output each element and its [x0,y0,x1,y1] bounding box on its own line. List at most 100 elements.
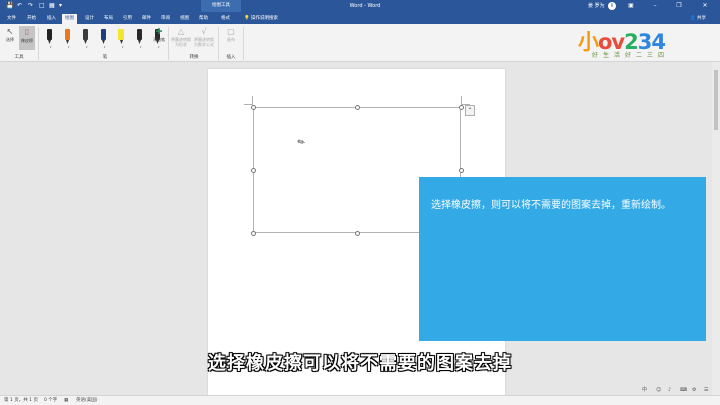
tutorial-tip-text: 选择橡皮擦，则可以将不需要的图案去掉，重新绘制。 [431,200,671,211]
ribbon-tab-bar: 文件 开始 插入 绘图 设计 布局 引用 邮件 审阅 视图 帮助 格式 💡 操作… [0,12,720,24]
vertical-scrollbar[interactable] [712,62,720,395]
chevron-down-icon: ▾ [50,45,52,49]
input-method-icon[interactable]: 中 [642,385,647,395]
minimize-button[interactable]: – [646,0,664,12]
pen-orange[interactable]: ▾ [60,26,74,50]
eraser-label: 橡皮擦 [21,38,33,43]
group-label-convert: 转换 [189,55,199,60]
resize-handle-bottom[interactable] [355,231,360,236]
word-count[interactable]: 0 个字 [44,396,57,405]
video-subtitle: 选择橡皮擦可以将不需要的图案去掉 [208,353,512,374]
share-label: 共享 [697,16,707,21]
language-indicator[interactable]: 英语(美国) [76,396,98,405]
group-label-insert: 插入 [226,55,236,60]
select-cursor-icon: ↖ [6,27,14,36]
ink-to-math-label: 将墨迹转换为数学公式 [194,37,214,47]
grid-icon[interactable]: ▦ [49,2,55,10]
new-document-icon[interactable]: □ [39,2,45,10]
group-label-pens: 笔 [102,55,108,60]
chevron-down-icon: ▾ [140,45,142,49]
microphone-icon[interactable]: ♪ [668,385,671,395]
user-name[interactable]: 姜 罗为 [588,0,605,12]
canvas-button[interactable]: ▢ 画布 [223,27,239,42]
resize-handle-left[interactable] [251,168,256,173]
tutorial-tip-box: 选择橡皮擦，则可以将不需要的图案去掉，重新绘制。 [419,177,706,341]
tab-insert[interactable]: 插入 [44,14,59,24]
tell-me-search[interactable]: 💡 操作说明搜索 [244,14,278,24]
close-button[interactable]: ✕ [696,0,714,12]
tab-help[interactable]: 帮助 [196,14,211,24]
tab-home[interactable]: 开始 [24,14,39,24]
layout-options-button[interactable]: ⌃ [465,105,475,116]
ink-to-shape-button[interactable]: △ 将墨迹转换为形状 [171,27,191,47]
tab-file[interactable]: 文件 [4,14,19,24]
resize-handle-top[interactable] [355,105,360,110]
share-button[interactable]: 👤 共享 [690,14,706,24]
tab-format[interactable]: 格式 [218,14,233,24]
emoji-icon[interactable]: ☺ [656,385,661,395]
chevron-down-icon: ▾ [122,45,124,49]
ribbon-divider [243,27,244,60]
tab-review[interactable]: 审阅 [158,14,173,24]
menu-icon[interactable]: ☰ [704,385,708,395]
title-bar: 💾 ↶ ↷ □ ▦ ▾ 绘图工具 Word - Word 姜 罗为 R ▣ – … [0,0,720,12]
status-bar: 第 1 页，共 1 页 0 个字 ▦ 英语(美国) [0,395,720,405]
plus-icon: ✚ [155,27,163,36]
tab-references[interactable]: 引用 [120,14,135,24]
chevron-down-icon: ▾ [104,45,106,49]
context-tab-drawing-tools: 绘图工具 [201,0,241,12]
ribbon-divider [38,27,39,60]
margin-mark [461,96,462,105]
resize-handle-top-right[interactable] [459,105,464,110]
customize-toolbar-icon[interactable]: ▾ [59,2,62,10]
ribbon-divider [168,27,169,60]
tab-draw[interactable]: 绘图 [62,14,77,24]
margin-mark [252,96,253,105]
ribbon-display-options-icon[interactable]: ▣ [622,0,640,12]
pen-navy[interactable]: ▾ [96,26,110,50]
document-title: Word - Word [349,3,381,9]
highlighter-yellow[interactable]: ▾ [114,26,128,50]
tab-design[interactable]: 设计 [82,14,97,24]
save-icon[interactable]: 💾 [6,2,13,10]
resize-handle-top-left[interactable] [251,105,256,110]
eraser-button[interactable]: ▯ 橡皮擦 [19,26,35,50]
add-pen-button[interactable]: ✚ 添加笔 [152,27,166,42]
group-label-tools: 工具 [14,55,24,60]
tab-view[interactable]: 视图 [177,14,192,24]
pen-black[interactable]: ▾ [42,26,56,50]
logo-tagline: 好生活好二三四 [592,52,670,59]
site-logo: 小ov234 好生活好二三四 [578,26,698,59]
pen-dark-gray[interactable]: ▾ [78,26,92,50]
undo-icon[interactable]: ↶ [17,2,22,10]
tab-mailings[interactable]: 邮件 [139,14,154,24]
select-label: 选择 [6,37,14,42]
pencil-dark[interactable]: ▾ [132,26,146,50]
canvas-label: 画布 [227,37,235,42]
eraser-icon: ▯ [24,27,30,36]
resize-handle-right[interactable] [459,168,464,173]
chevron-down-icon: ▾ [158,45,160,49]
add-pen-label: 添加笔 [153,37,165,42]
scrollbar-thumb[interactable] [714,70,718,130]
chevron-up-icon: ⌃ [467,107,473,114]
keyboard-icon[interactable]: ⌨ [680,385,687,395]
proofing-icon[interactable]: ▦ [64,396,68,405]
tell-me-label: 操作说明搜索 [251,16,279,21]
select-button[interactable]: ↖ 选择 [4,27,16,42]
canvas-icon: ▢ [227,27,235,36]
redo-icon[interactable]: ↷ [28,2,33,10]
shapes-icon: △ [177,27,185,36]
avatar[interactable]: R [608,2,616,10]
ink-to-shape-label: 将墨迹转换为形状 [171,37,191,47]
ribbon-divider [218,27,219,60]
chevron-down-icon: ▾ [86,45,88,49]
page-count[interactable]: 第 1 页，共 1 页 [4,396,38,405]
ink-to-math-button[interactable]: √ 将墨迹转换为数学公式 [193,27,215,47]
resize-handle-bottom-left[interactable] [251,231,256,236]
settings-icon[interactable]: ⚙ [692,385,696,395]
math-icon: √ [201,27,207,36]
tab-layout[interactable]: 布局 [101,14,116,24]
restore-button[interactable]: ❐ [670,0,688,12]
chevron-down-icon: ▾ [68,45,70,49]
